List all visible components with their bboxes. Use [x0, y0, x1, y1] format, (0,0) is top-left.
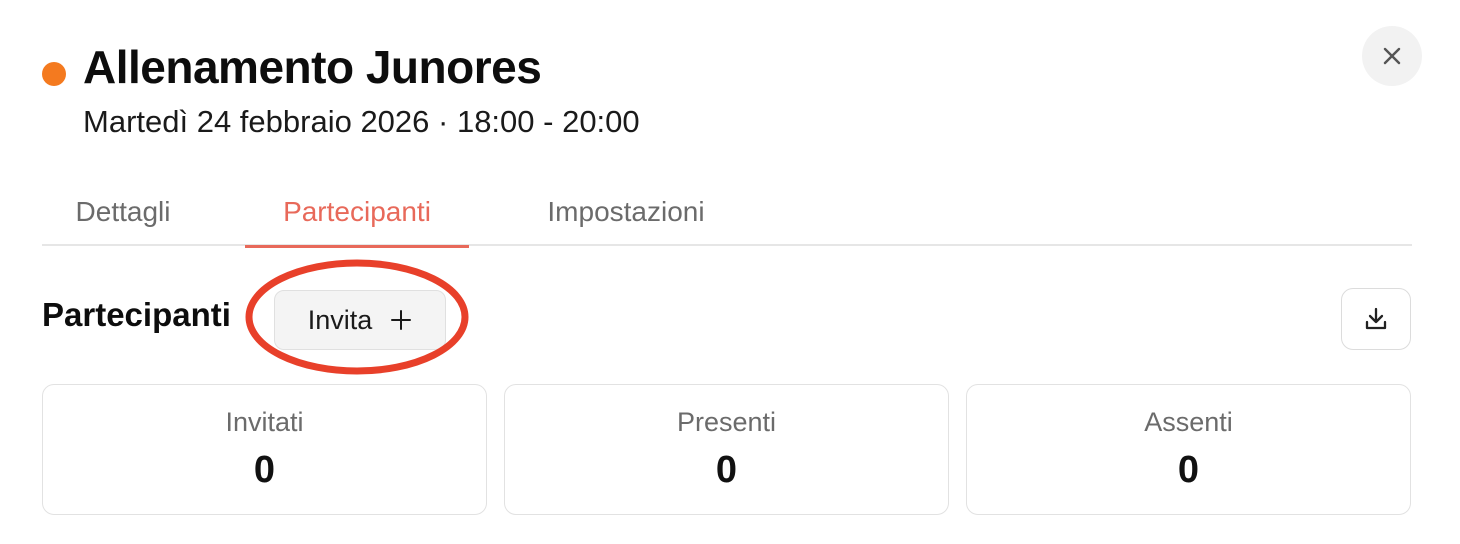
tab-impostazioni[interactable]: Impostazioni [522, 178, 730, 246]
download-button[interactable] [1341, 288, 1411, 350]
download-icon [1365, 307, 1387, 330]
invite-button[interactable]: Invita [274, 290, 446, 350]
stat-label: Assenti [1144, 407, 1233, 437]
event-datetime: Martedì 24 febbraio 2026 · 18:00 - 20:00 [83, 104, 640, 139]
status-dot [42, 62, 66, 86]
tab-dettagli[interactable]: Dettagli [42, 178, 204, 246]
stat-label: Presenti [676, 407, 777, 437]
tab-label: Partecipanti [283, 196, 431, 227]
tab-bar: Dettagli Partecipanti Impostazioni [42, 178, 1412, 248]
tab-label: Impostazioni [547, 196, 705, 227]
tab-label: Dettagli [75, 196, 171, 227]
stat-card-invitati: Invitati 0 [42, 384, 487, 515]
invite-label: Invita [307, 304, 373, 335]
stat-card-presenti: Presenti 0 [504, 384, 949, 515]
stat-value: 0 [715, 449, 738, 491]
stat-value: 0 [1177, 449, 1200, 491]
section-title: Partecipanti [42, 296, 231, 333]
event-detail-panel: Allenamento Junores Martedì 24 febbraio … [0, 0, 1460, 544]
tab-partecipanti[interactable]: Partecipanti [245, 178, 469, 248]
event-title: Allenamento Junores [83, 41, 542, 93]
stat-label: Invitati [225, 407, 304, 437]
stat-card-assenti: Assenti 0 [966, 384, 1411, 515]
stat-value: 0 [253, 449, 276, 491]
close-button[interactable] [1362, 26, 1422, 86]
close-icon [1383, 47, 1401, 65]
plus-icon [391, 310, 412, 330]
